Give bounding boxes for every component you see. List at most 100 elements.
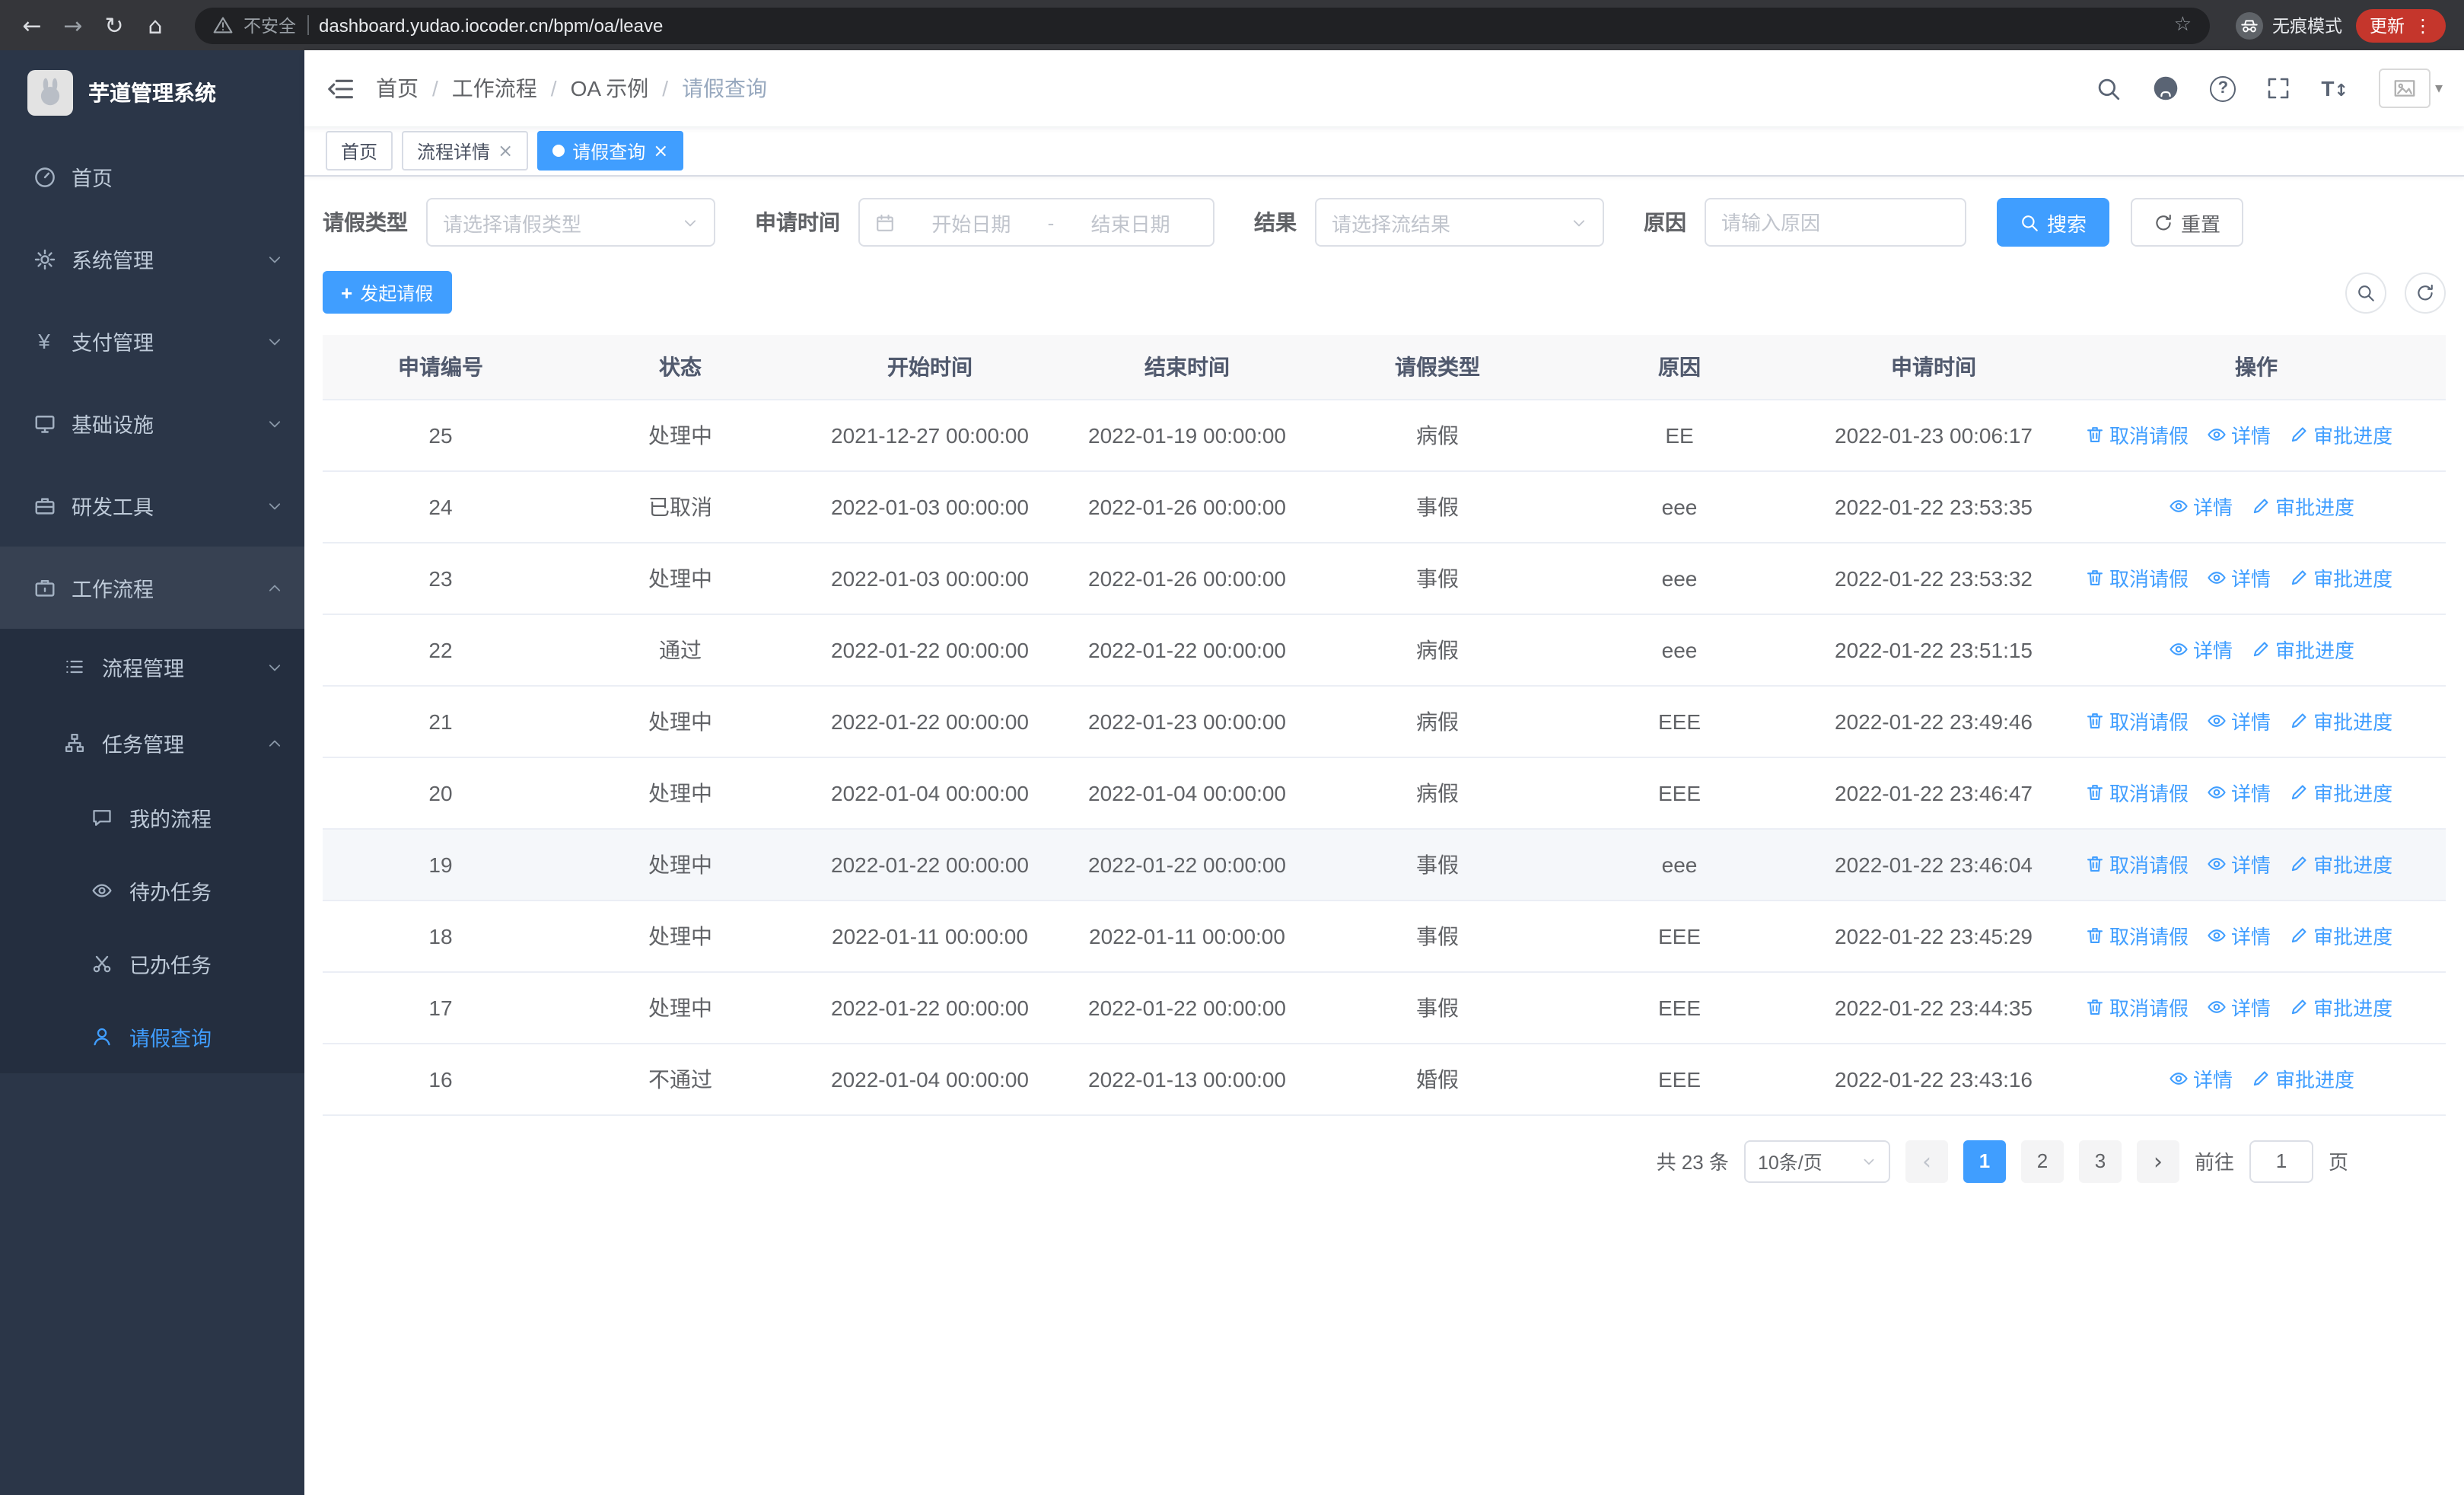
approval-progress-link[interactable]: 审批进度 [2289,778,2392,807]
cancel-leave-link[interactable]: 取消请假 [2085,921,2189,950]
approval-progress-link[interactable]: 审批进度 [2251,635,2354,664]
detail-link[interactable]: 详情 [2169,635,2233,664]
approval-progress-link[interactable]: 审批进度 [2251,1064,2354,1093]
cancel-leave-link[interactable]: 取消请假 [2085,706,2189,735]
chevron-down-icon [266,658,283,675]
browser-menu-icon[interactable]: ⋮ [2414,14,2432,36]
cell-apply_time: 2022-01-22 23:51:15 [1800,614,2067,686]
detail-link[interactable]: 详情 [2169,492,2233,521]
bookmark-star-icon[interactable]: ☆ [2174,14,2192,37]
close-icon[interactable]: × [653,140,668,161]
sidebar-item-home[interactable]: 首页 [0,135,304,218]
reset-button[interactable]: 重置 [2131,198,2244,247]
cell-type: 病假 [1316,614,1558,686]
sidebar-item-done-tasks[interactable]: 已办任务 [0,927,304,1000]
cancel-icon [2085,997,2105,1017]
cell-type: 事假 [1316,828,1558,901]
breadcrumb-oa-example[interactable]: OA 示例 [571,73,649,104]
detail-link[interactable]: 详情 [2207,706,2271,735]
create-leave-button[interactable]: + 发起请假 [323,271,452,314]
cell-end: 2022-01-19 00:00:00 [1058,399,1316,471]
sidebar-item-process-management[interactable]: 流程管理 [0,629,304,705]
github-icon[interactable] [2152,75,2179,102]
date-range-picker[interactable]: 开始日期 - 结束日期 [858,198,1214,247]
goto-page-input[interactable] [2249,1140,2313,1182]
approval-progress-link[interactable]: 审批进度 [2289,563,2392,592]
tab-leave-query[interactable]: 请假查询 × [537,131,684,171]
sidebar-item-infrastructure[interactable]: 基础设施 [0,382,304,464]
page-size-select[interactable]: 10条/页 [1743,1140,1890,1182]
menu-fold-icon[interactable] [326,74,355,103]
home-icon[interactable]: ⌂ [142,11,169,39]
prev-page-button[interactable]: ‹ [1905,1140,1948,1182]
col-end-time: 结束时间 [1058,335,1316,400]
detail-link[interactable]: 详情 [2169,1064,2233,1093]
cell-end: 2022-01-13 00:00:00 [1058,1043,1316,1115]
sidebar-item-leave-query[interactable]: 请假查询 [0,1000,304,1073]
address-divider [307,15,308,35]
cancel-leave-link[interactable]: 取消请假 [2085,563,2189,592]
cancel-leave-link[interactable]: 取消请假 [2085,850,2189,878]
approval-progress-link[interactable]: 审批进度 [2289,921,2392,950]
refresh-table-button[interactable] [2405,272,2446,313]
page-content: 请假类型 请选择请假类型 申请时间 开始日期 - 结束日期 结果 请选择流结果 … [304,177,2464,1495]
sidebar-item-system[interactable]: 系统管理 [0,218,304,300]
end-date-input[interactable]: 结束日期 [1063,208,1198,237]
detail-link[interactable]: 详情 [2207,993,2271,1022]
cancel-leave-link[interactable]: 取消请假 [2085,778,2189,807]
search-toggle-button[interactable] [2345,272,2386,313]
cell-start: 2022-01-22 00:00:00 [802,685,1058,757]
approval-progress-link[interactable]: 审批进度 [2251,492,2354,521]
breadcrumb-workflow[interactable]: 工作流程 [452,73,537,104]
close-icon[interactable]: × [498,140,513,161]
question-icon[interactable]: ? [2210,75,2236,101]
user-avatar[interactable]: ▾ [2378,69,2443,108]
detail-link[interactable]: 详情 [2207,850,2271,878]
tab-process-detail[interactable]: 流程详情 × [402,131,529,171]
start-date-input[interactable]: 开始日期 [904,208,1039,237]
detail-link[interactable]: 详情 [2207,778,2271,807]
search-button[interactable]: 搜索 [1997,198,2110,247]
browser-update-button[interactable]: 更新 ⋮ [2356,8,2446,42]
approval-progress-link[interactable]: 审批进度 [2289,993,2392,1022]
page-button-3[interactable]: 3 [2078,1140,2122,1182]
approval-progress-link[interactable]: 审批进度 [2289,850,2392,878]
breadcrumb-home[interactable]: 首页 [376,73,419,104]
cancel-leave-link[interactable]: 取消请假 [2085,420,2189,449]
leave-type-select[interactable]: 请选择请假类型 [426,198,715,247]
approval-progress-link[interactable]: 审批进度 [2289,706,2392,735]
col-status: 状态 [559,335,802,400]
page-button-1[interactable]: 1 [1963,1140,2006,1182]
fullscreen-icon[interactable] [2266,76,2291,100]
sidebar-item-devtools[interactable]: 研发工具 [0,464,304,547]
page-button-2[interactable]: 2 [2020,1140,2064,1182]
next-page-button[interactable]: › [2136,1140,2179,1182]
sidebar-item-todo-tasks[interactable]: 待办任务 [0,854,304,927]
sidebar-item-workflow[interactable]: 工作流程 [0,547,304,629]
approval-progress-link[interactable]: 审批进度 [2289,420,2392,449]
font-size-icon[interactable]: T ↕ [2321,76,2348,100]
sidebar-item-payment[interactable]: ¥ 支付管理 [0,300,304,382]
detail-link[interactable]: 详情 [2207,921,2271,950]
detail-link[interactable]: 详情 [2207,563,2271,592]
address-bar[interactable]: 不安全 dashboard.yudao.iocoder.cn/bpm/oa/le… [195,7,2210,43]
leave-table: 申请编号 状态 开始时间 结束时间 请假类型 原因 申请时间 操作 25 处理中 2… [323,335,2446,1115]
chevron-up-icon [266,579,283,596]
back-icon[interactable]: ← [18,11,46,39]
table-row: 21 处理中 2022-01-22 00:00:00 2022-01-23 00:00… [323,685,2446,757]
search-icon[interactable] [2096,75,2122,101]
cell-actions: 取消请假 详情 审批进度 [2067,971,2446,1044]
app-logo[interactable]: 芋道管理系统 [0,50,304,135]
sidebar-item-task-management[interactable]: 任务管理 [0,705,304,781]
cancel-leave-link[interactable]: 取消请假 [2085,993,2189,1022]
cell-type: 婚假 [1316,1043,1558,1115]
forward-icon[interactable]: → [59,11,87,39]
reload-icon[interactable]: ↻ [100,11,128,39]
cancel-icon [2085,425,2105,445]
tab-home[interactable]: 首页 [326,131,393,171]
detail-link[interactable]: 详情 [2207,420,2271,449]
sidebar-item-my-process[interactable]: 我的流程 [0,781,304,854]
result-select[interactable]: 请选择流结果 [1315,198,1604,247]
cell-apply_time: 2022-01-22 23:53:32 [1800,542,2067,614]
reason-input[interactable] [1705,198,1966,247]
